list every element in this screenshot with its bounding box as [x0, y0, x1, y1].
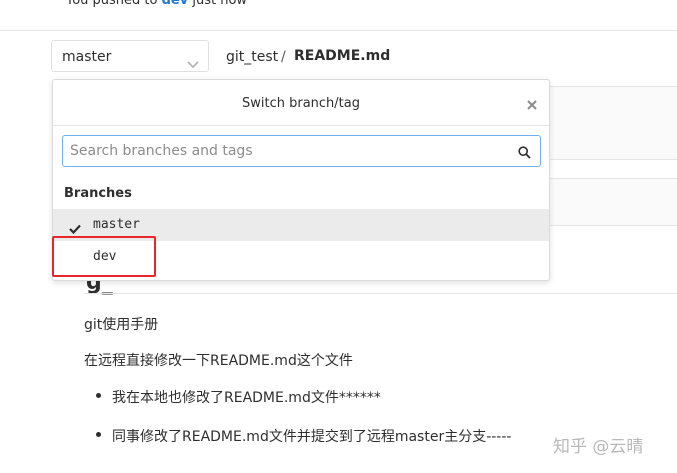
readme-paragraph-2: 在远程直接修改一下README.md这个文件: [84, 353, 353, 369]
breadcrumb-repo-link[interactable]: git_test: [226, 49, 278, 65]
readme-list-item: 我在本地也修改了README.md文件******: [112, 390, 381, 406]
divider: [0, 30, 677, 31]
notice-suffix: just now: [192, 0, 248, 8]
watermark: 知乎 @云晴: [553, 437, 644, 457]
search-icon: [518, 144, 531, 163]
branches-section-label: Branches: [64, 186, 132, 201]
notice-prefix: You pushed to: [66, 0, 158, 8]
branch-select-value: master: [62, 49, 112, 65]
branch-search-box: [62, 135, 541, 167]
branch-select[interactable]: master: [51, 40, 209, 72]
bullet-icon: [96, 432, 101, 437]
file-header-bar: [548, 178, 677, 226]
commit-info-panel: [548, 86, 677, 160]
bullet-icon: [96, 393, 101, 398]
breadcrumb-separator: /: [281, 49, 286, 65]
breadcrumb-file-link[interactable]: README.md: [294, 48, 390, 64]
branch-name: master: [93, 217, 140, 232]
notice-branch-link[interactable]: dev: [162, 0, 189, 8]
readme-list-item: 同事修改了README.md文件并提交到了远程master主分支-----: [112, 429, 512, 445]
heading-divider: [84, 293, 677, 294]
branch-search-input[interactable]: [63, 136, 510, 166]
dropdown-divider: [53, 125, 549, 126]
chevron-down-icon: [187, 54, 199, 73]
highlight-annotation-box: [52, 236, 156, 277]
close-icon[interactable]: [527, 95, 537, 114]
dropdown-title: Switch branch/tag: [242, 96, 360, 111]
push-notice: You pushed to dev just now: [66, 0, 247, 8]
readme-paragraph-1: git使用手册: [84, 317, 159, 333]
